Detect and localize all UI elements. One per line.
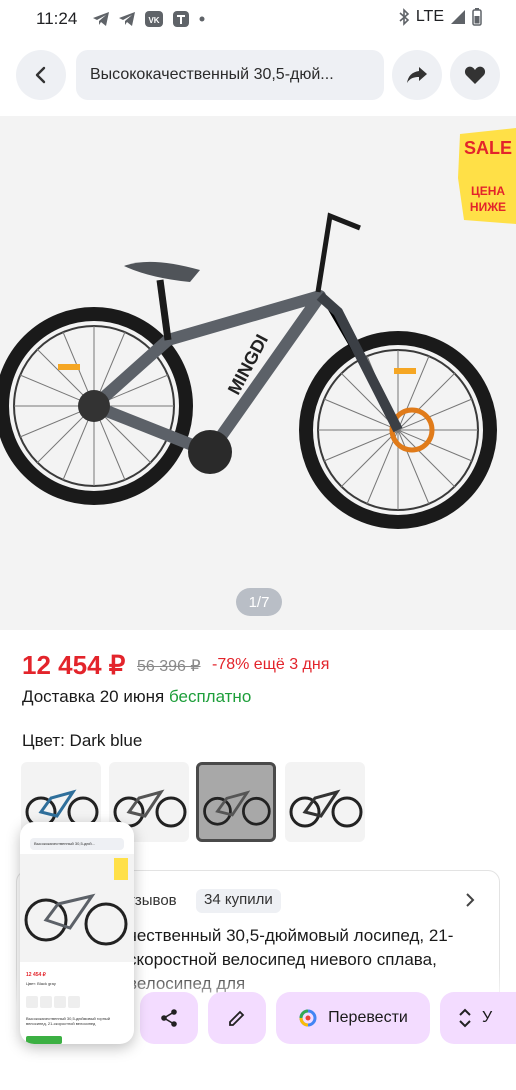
mini-title: Высококачественный 30,5-дюй... bbox=[30, 838, 124, 850]
mini-price: 12 454 ₽ bbox=[26, 972, 46, 978]
expand-vertical-icon bbox=[459, 1008, 471, 1028]
reviews-count[interactable]: тзывов bbox=[128, 892, 177, 909]
telegram-icon bbox=[119, 12, 135, 26]
mini-description: Высококачественный 30,5-дюймовый горный … bbox=[26, 1016, 111, 1026]
system-icons: LTE bbox=[398, 8, 482, 26]
notification-icons: VK bbox=[92, 10, 206, 28]
mini-color: Цвет: Black gray bbox=[26, 981, 56, 986]
product-title-pill[interactable]: Высококачественный 30,5-дюй... bbox=[76, 50, 384, 100]
sale-badge: SALE ЦЕНА НИЖЕ bbox=[458, 128, 516, 224]
color-swatch-selected[interactable] bbox=[196, 762, 276, 842]
mini-cart-button bbox=[26, 1036, 62, 1044]
telegram-icon bbox=[93, 12, 109, 26]
back-button[interactable] bbox=[16, 50, 66, 100]
status-bar: 11:24 VK LTE bbox=[0, 0, 516, 40]
mini-swatches bbox=[26, 996, 126, 1010]
edit-action-button[interactable] bbox=[208, 992, 266, 1044]
color-label: Цвет: Dark blue bbox=[22, 731, 143, 750]
sale-text: SALE bbox=[463, 138, 512, 158]
network-type: LTE bbox=[415, 8, 444, 25]
heart-icon bbox=[464, 66, 486, 84]
gallery-counter: 1/7 bbox=[236, 588, 282, 616]
translate-label: Перевести bbox=[328, 1009, 408, 1026]
share-button[interactable] bbox=[392, 50, 442, 100]
chevron-right-icon[interactable] bbox=[465, 892, 475, 913]
dot-icon bbox=[199, 16, 205, 22]
swatch-bike-image bbox=[203, 790, 271, 826]
translate-button[interactable]: Перевести bbox=[276, 992, 430, 1044]
favorite-button[interactable] bbox=[450, 50, 500, 100]
signal-icon bbox=[451, 10, 465, 24]
lens-translate-icon bbox=[299, 1009, 317, 1027]
share-icon bbox=[161, 1009, 177, 1027]
sale-line2: ЦЕНА bbox=[470, 184, 506, 198]
product-gallery[interactable]: MINGDI bbox=[0, 116, 516, 630]
more-action-button[interactable]: У bbox=[440, 992, 516, 1044]
battery-icon bbox=[472, 8, 482, 26]
mini-bike-image bbox=[20, 854, 134, 962]
share-arrow-icon bbox=[407, 67, 427, 83]
t-app-icon bbox=[173, 11, 189, 27]
discount-label: -78% ещё 3 дня bbox=[212, 656, 330, 673]
delivery-free: бесплатно bbox=[168, 687, 252, 706]
header-title: Высококачественный 30,5-дюй... bbox=[90, 66, 334, 83]
bought-badge: 34 купили bbox=[196, 889, 281, 913]
share-action-button[interactable] bbox=[140, 992, 198, 1044]
more-action-label: У bbox=[482, 1009, 493, 1026]
current-price: 12 454 ₽ bbox=[22, 650, 126, 680]
bluetooth-icon bbox=[399, 8, 410, 26]
chevron-left-icon bbox=[35, 66, 46, 84]
sale-line3: НИЖЕ bbox=[469, 200, 507, 214]
delivery-info: Доставка 20 июня бесплатно bbox=[22, 687, 251, 707]
delivery-date: Доставка 20 июня bbox=[22, 687, 165, 706]
old-price: 56 396 ₽ bbox=[137, 658, 201, 675]
bicycle-image: MINGDI bbox=[0, 212, 497, 529]
color-swatch[interactable] bbox=[285, 762, 365, 842]
status-time: 11:24 bbox=[36, 9, 78, 28]
screenshot-preview[interactable]: Высококачественный 30,5-дюй... 12 454 ₽ … bbox=[20, 822, 134, 1044]
swatch-bike-image bbox=[289, 789, 363, 828]
pencil-icon bbox=[229, 1010, 245, 1026]
svg-text:VK: VK bbox=[148, 16, 159, 25]
vk-icon: VK bbox=[145, 11, 163, 27]
